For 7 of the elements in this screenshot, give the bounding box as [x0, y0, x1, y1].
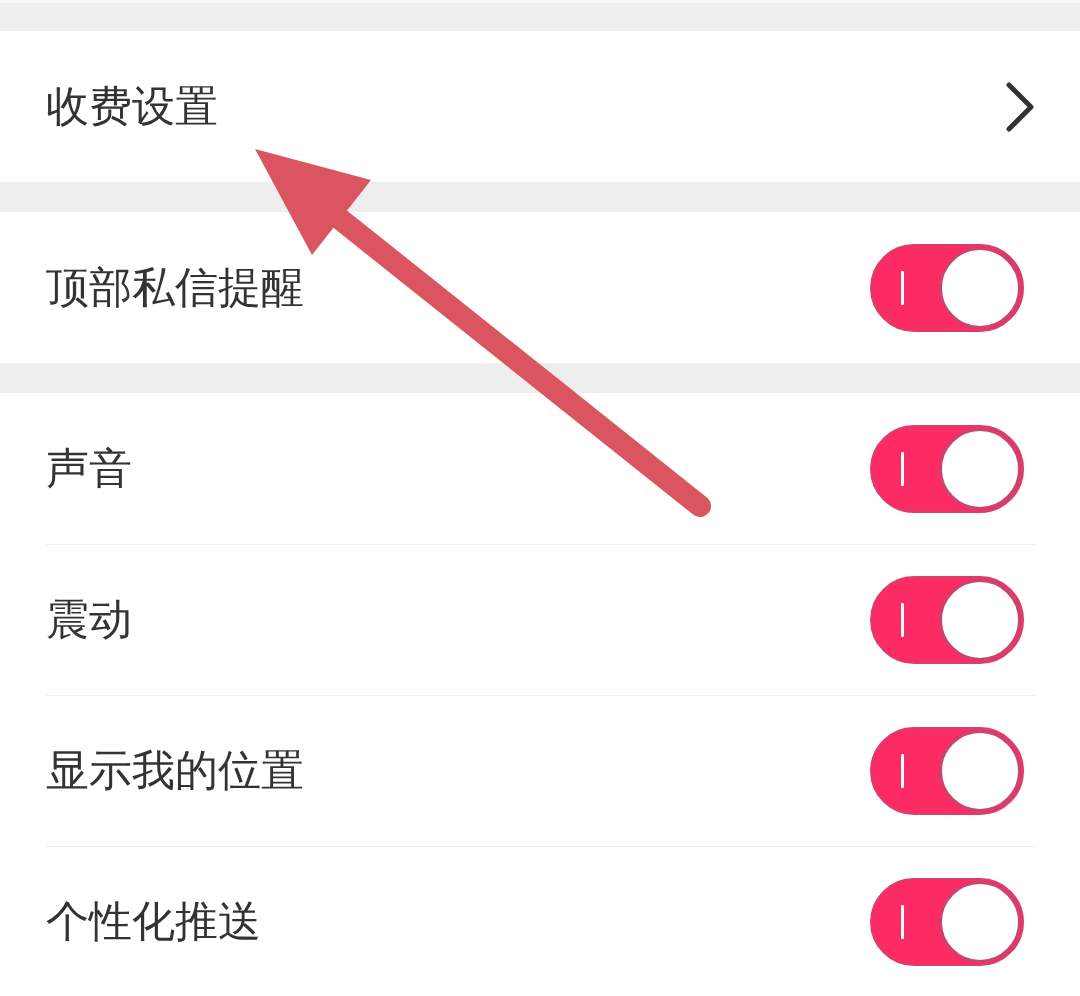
setting-label: 震动	[46, 593, 132, 646]
setting-label: 声音	[46, 442, 132, 495]
setting-label[interactable]: 收费设置	[46, 80, 218, 133]
setting-label: 显示我的位置	[46, 744, 304, 797]
setting-label: 个性化推送	[46, 895, 261, 948]
chevron-right-icon[interactable]	[1005, 80, 1035, 133]
setting-label: 顶部私信提醒	[46, 261, 304, 314]
